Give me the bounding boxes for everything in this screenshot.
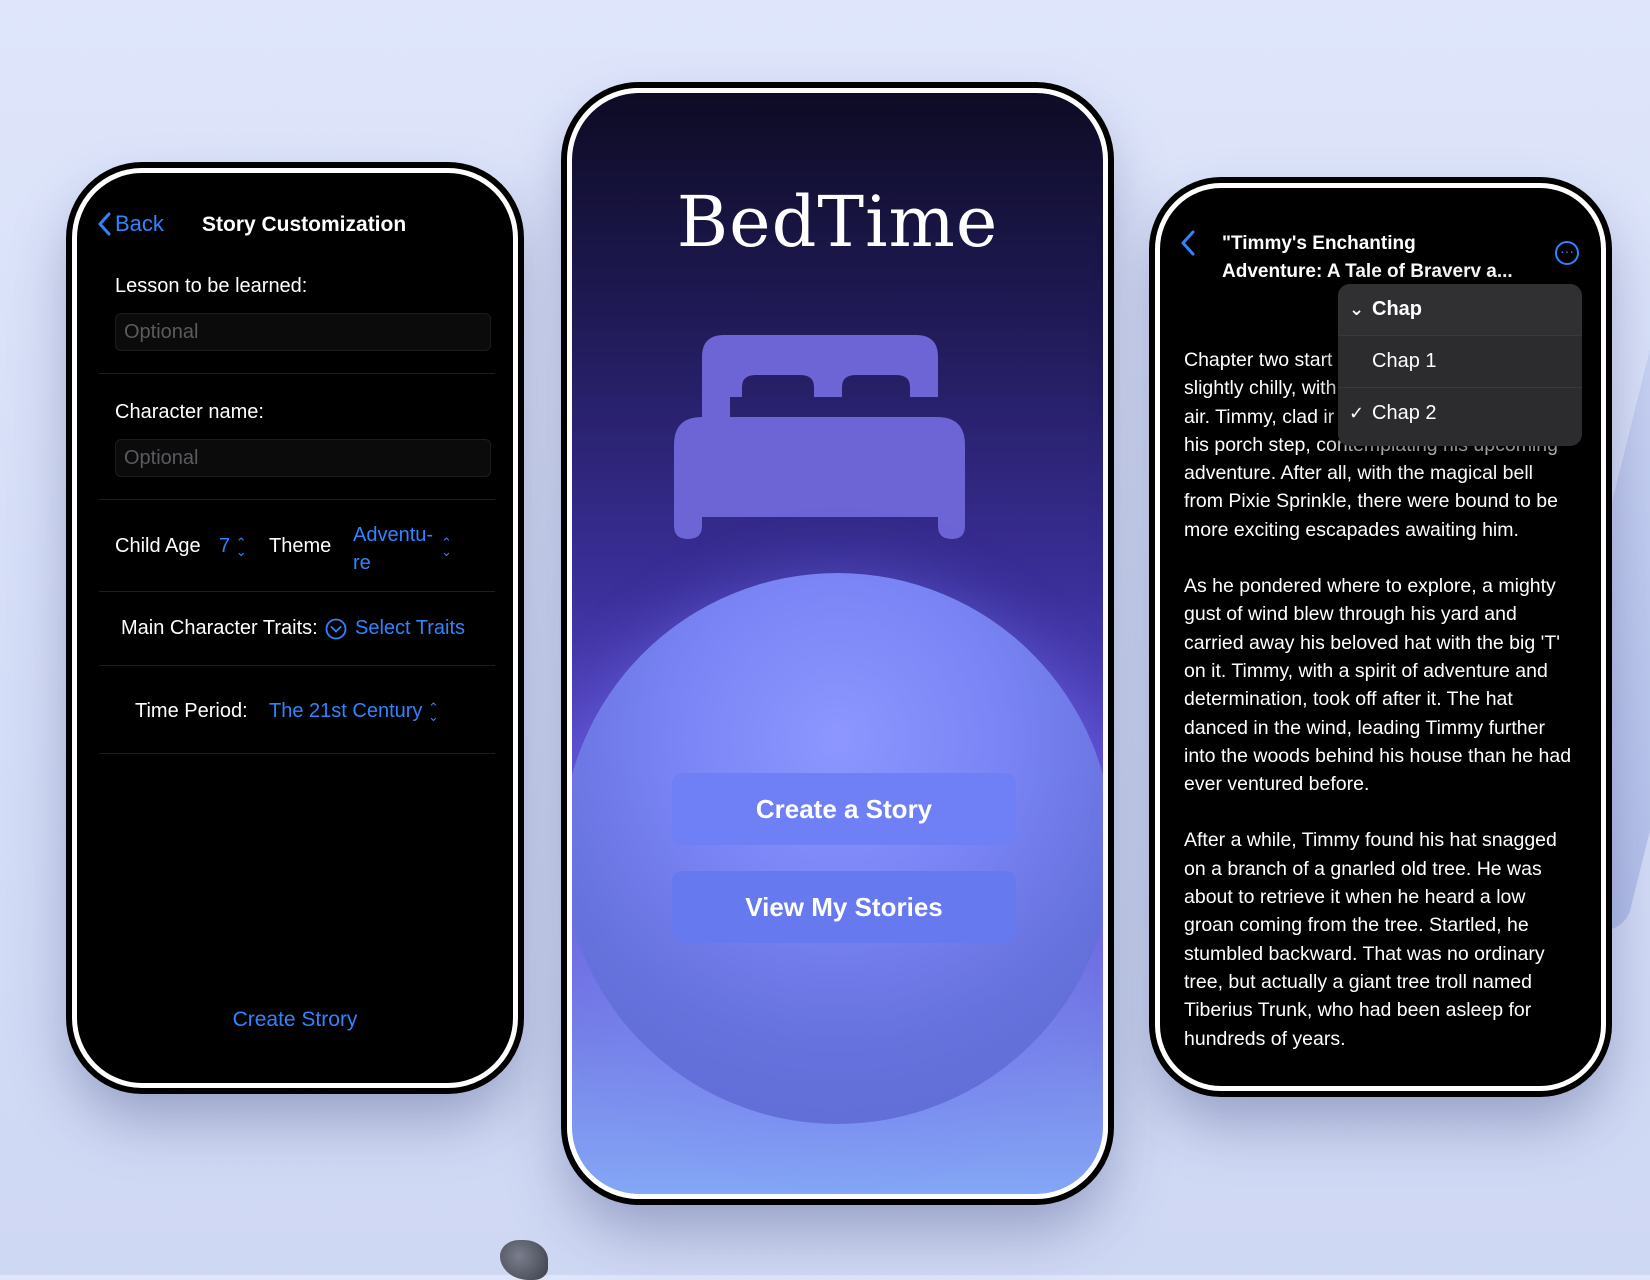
- lesson-field[interactable]: Optional: [115, 313, 491, 351]
- chevron-up-down-icon: ⌃ ⌄: [235, 534, 247, 559]
- story-body: Chapter two start slightly chilly, with …: [1184, 346, 1580, 1081]
- back-label: Back: [115, 211, 164, 236]
- chapter-option[interactable]: Chap 1: [1338, 336, 1582, 388]
- divider: [99, 753, 495, 754]
- customization-screen: Back Story Customization Lesson to be le…: [72, 168, 518, 1088]
- theme-picker[interactable]: Adventu- re: [353, 521, 433, 577]
- para1-line: slightly chilly, with: [1184, 377, 1337, 400]
- age-value: 7: [219, 535, 231, 557]
- chapter-option-label: Chap 2: [1372, 402, 1437, 424]
- story-paragraph-3: After a while, Timmy found his hat snagg…: [1184, 829, 1557, 1050]
- back-button[interactable]: [1180, 230, 1196, 264]
- para1-line: Chapter two start: [1184, 349, 1333, 371]
- theme-value-line1: Adventu-: [353, 524, 434, 546]
- divider: [99, 665, 495, 666]
- para1-line: air. Timmy, clad ir: [1184, 405, 1335, 428]
- para1-line: adventure. After all, with the magical b…: [1184, 462, 1534, 485]
- divider: [99, 373, 495, 374]
- para1-line: more exciting escapades awaiting him.: [1184, 518, 1519, 541]
- ellipsis-circle-icon[interactable]: ···: [1555, 241, 1579, 265]
- create-story-button[interactable]: Create a Story: [672, 773, 1016, 845]
- chapter-menu: ⌄ Chap Chap 1 ✓ Chap 2: [1338, 284, 1582, 446]
- chevron-left-icon: [98, 212, 111, 236]
- theme-label: Theme: [269, 535, 332, 557]
- back-button[interactable]: Back: [97, 211, 164, 237]
- period-label: Time Period:: [135, 700, 248, 722]
- select-traits-label: Select Traits: [355, 617, 466, 639]
- moon-backdrop: [572, 573, 1103, 1124]
- story-title-line1: "Timmy's Enchanting: [1222, 233, 1416, 254]
- chapter-menu-header[interactable]: ⌄ Chap: [1338, 284, 1582, 336]
- chevron-left-icon: [1181, 230, 1195, 256]
- story-paragraph-2: As he pondered where to explore, a might…: [1184, 575, 1572, 796]
- chevron-circle-icon: [325, 618, 347, 639]
- home-screen: BedTime Create a Story View My Stories: [567, 88, 1108, 1199]
- select-traits-button[interactable]: Select Traits: [325, 617, 465, 640]
- divider: [99, 591, 495, 592]
- view-stories-button[interactable]: View My Stories: [672, 871, 1016, 943]
- age-label: Child Age: [115, 535, 201, 557]
- reader-screen: "Timmy's Enchanting Adventure: A Tale of…: [1155, 183, 1606, 1091]
- chapter-option[interactable]: ✓ Chap 2: [1338, 388, 1582, 439]
- character-label: Character name:: [115, 401, 264, 423]
- period-picker[interactable]: The 21st Century ⌃ ⌄: [269, 700, 439, 723]
- age-picker[interactable]: 7 ⌃ ⌄: [219, 535, 247, 558]
- chevron-up-down-icon: ⌃ ⌄: [441, 534, 452, 559]
- lesson-label: Lesson to be learned:: [115, 275, 308, 297]
- nav-bar: Back Story Customization: [97, 205, 493, 245]
- chapter-menu-title: Chap: [1372, 298, 1422, 320]
- character-field[interactable]: Optional: [115, 439, 491, 477]
- background-rock: [500, 1240, 548, 1280]
- page-title: Story Customization: [202, 213, 407, 236]
- app-title: BedTime: [676, 181, 999, 263]
- para1-line: from Pixie Sprinkle, there were bound to…: [1184, 490, 1558, 513]
- chevron-down-icon: ⌄: [1349, 299, 1365, 319]
- traits-label: Main Character Traits:: [121, 617, 318, 639]
- chapter-option-label: Chap 1: [1372, 350, 1437, 372]
- create-story-button[interactable]: Create Strory: [77, 1008, 513, 1032]
- story-title: "Timmy's Enchanting Adventure: A Tale of…: [1222, 230, 1522, 286]
- theme-value-line2: re: [353, 552, 371, 574]
- story-title-line2: Adventure: A Tale of Braverv a...: [1222, 261, 1513, 282]
- period-value: The 21st Century: [269, 700, 423, 722]
- chevron-up-down-icon: ⌃ ⌄: [427, 699, 439, 724]
- bed-icon: [674, 335, 965, 539]
- checkmark-icon: ✓: [1349, 403, 1365, 423]
- divider: [99, 499, 495, 500]
